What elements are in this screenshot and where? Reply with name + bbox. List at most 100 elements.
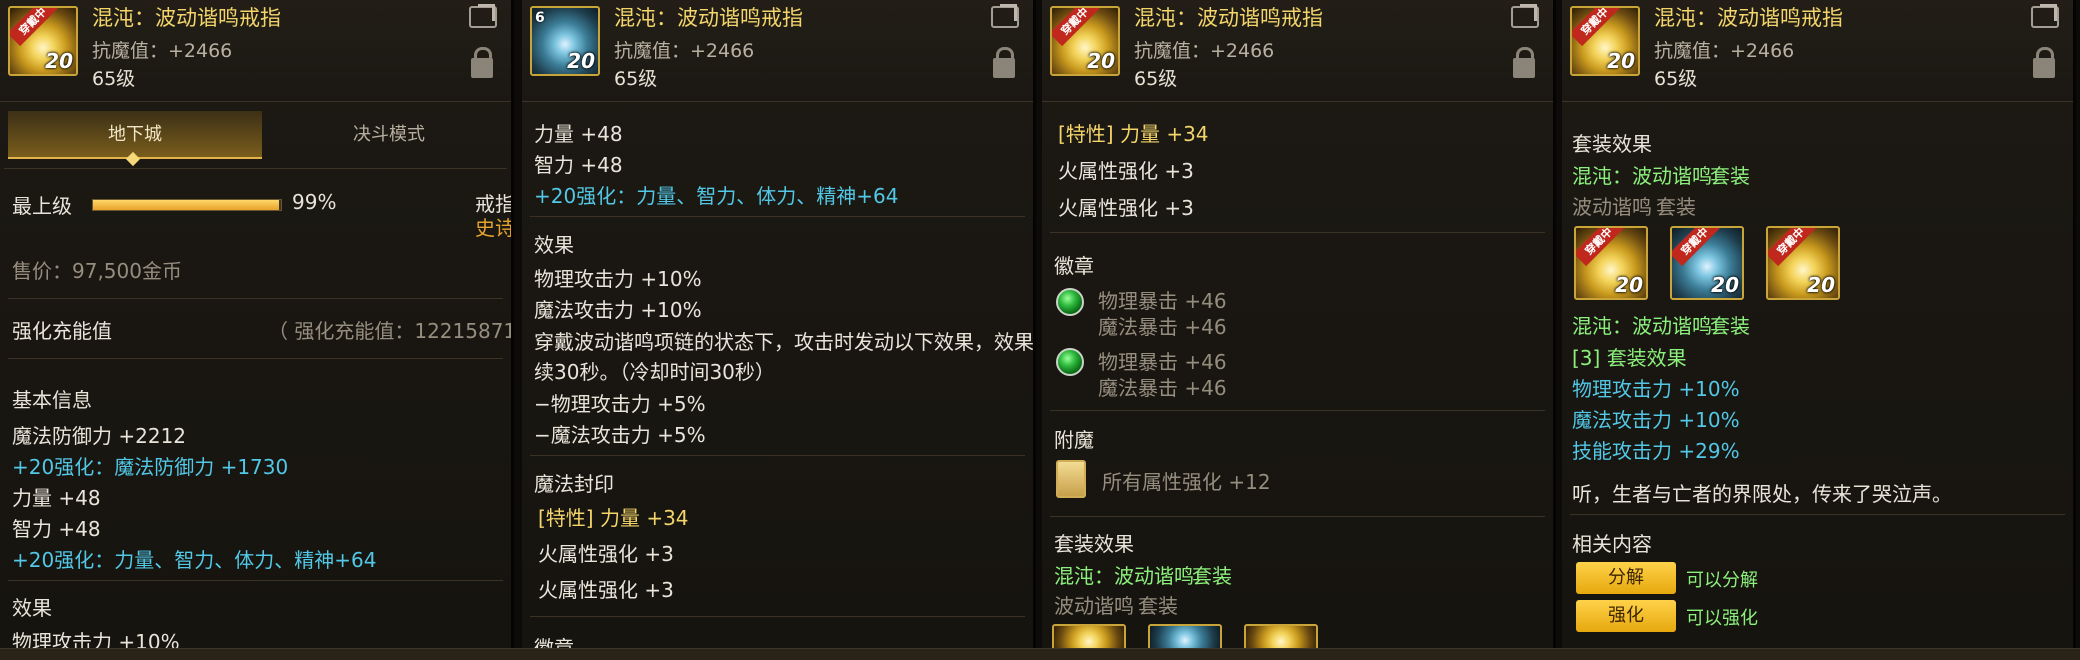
lock-icon[interactable]: [993, 47, 1015, 78]
seal-line: [特性] 力量 +34: [1058, 122, 1209, 146]
flavor-text: 听，生者与亡者的界限处，传来了哭泣声。: [1572, 482, 1952, 506]
disassemble-note: 可以分解: [1686, 570, 1758, 591]
enhance-level: 20: [1615, 273, 1643, 297]
tooltip-screenshot: 穿戴中 20 混沌：波动谐鸣戒指 抗魔值：+2466 65级 地下城 决斗模式 …: [0, 0, 2080, 660]
divider: [1050, 232, 1545, 233]
divider: [8, 580, 503, 581]
tab-duel[interactable]: 决斗模式: [262, 111, 511, 159]
enhance-level: 20: [1607, 49, 1635, 73]
item-rarity: 史诗: [475, 216, 514, 240]
share-icon[interactable]: [2031, 6, 2059, 28]
set-sub-tag: 套装: [1656, 195, 1696, 219]
green-gem-icon: [1056, 288, 1084, 316]
emblem-line: 魔法暴击 +46: [1098, 376, 1227, 400]
grade-progress-fill: [93, 200, 280, 210]
enhance-note: 可以强化: [1686, 608, 1758, 629]
divider: [1570, 514, 2065, 515]
seal-line: 火属性强化 +3: [538, 542, 674, 566]
item-level: 65级: [1134, 68, 1178, 90]
basic-line: +20强化：魔法防御力 +1730: [12, 455, 289, 479]
set-tag: 套装: [1710, 164, 1750, 188]
emblem-title: 徽章: [534, 636, 574, 648]
item-name: 混沌：波动谐鸣戒指: [92, 6, 281, 30]
effect-line: −魔法攻击力 +5%: [534, 423, 706, 447]
emblem-line: 物理暴击 +46: [1098, 350, 1227, 374]
stat-line: 智力 +48: [534, 153, 623, 177]
enhance-button[interactable]: 强化: [1576, 600, 1676, 632]
divider: [530, 616, 1025, 617]
green-gem-icon: [1056, 348, 1084, 376]
grade-percent: 99%: [292, 190, 337, 214]
stat-line: 力量 +48: [534, 122, 623, 146]
ring-item-icon[interactable]: 穿戴中 20: [1570, 6, 1640, 76]
enhance-level: 20: [1807, 273, 1835, 297]
set-bonus-line: 技能攻击力 +29%: [1572, 439, 1740, 463]
lock-icon[interactable]: [2033, 47, 2055, 78]
set-name: 混沌：波动谐鸣: [1572, 164, 1712, 188]
effect-line: 续30秒。（冷却时间30秒）: [534, 360, 775, 384]
tooltip-header: 6 20 混沌：波动谐鸣戒指 抗魔值：+2466 65级: [522, 0, 1033, 102]
set-name: 混沌：波动谐鸣: [1572, 314, 1712, 338]
grade-label: 最上级: [12, 194, 72, 218]
effect-line: 穿戴波动谐鸣项链的状态下，攻击时发动以下效果，效果持: [534, 330, 1036, 354]
equipped-badge: 穿戴中: [1672, 228, 1720, 267]
emblem-line: 魔法暴击 +46: [1098, 315, 1227, 339]
lock-icon[interactable]: [471, 47, 493, 78]
share-icon[interactable]: [1511, 6, 1539, 28]
divider: [8, 358, 503, 359]
tooltip-header: 穿戴中 20 混沌：波动谐鸣戒指 抗魔值：+2466 65级: [1042, 0, 1553, 102]
item-resist: 抗魔值：+2466: [614, 40, 755, 62]
set-item-icon[interactable]: 穿戴中 20: [1670, 226, 1744, 300]
share-icon[interactable]: [991, 6, 1019, 28]
set-item-icon[interactable]: [1244, 624, 1318, 648]
sell-price: 售价：97,500金币: [12, 259, 182, 283]
set-name: 混沌：波动谐鸣: [1054, 564, 1194, 588]
item-name: 混沌：波动谐鸣戒指: [1654, 6, 1843, 30]
emblem-line: 物理暴击 +46: [1098, 289, 1227, 313]
effect-line: 物理攻击力 +10%: [534, 267, 702, 291]
set-bonus-line: 魔法攻击力 +10%: [1572, 408, 1740, 432]
enchant-card-icon: [1056, 460, 1086, 498]
seal-title: 魔法封印: [534, 472, 614, 496]
item-resist: 抗魔值：+2466: [1654, 40, 1795, 62]
enhance-level: 20: [567, 49, 595, 73]
share-icon[interactable]: [469, 6, 497, 28]
disassemble-button[interactable]: 分解: [1576, 562, 1676, 594]
ring-item-icon[interactable]: 穿戴中 20: [8, 6, 78, 76]
set-item-icon[interactable]: [1052, 624, 1126, 648]
set-effect-title: 套装效果: [1054, 532, 1134, 556]
lock-icon[interactable]: [1513, 47, 1535, 78]
set-sub-name: 波动谐鸣: [1054, 594, 1134, 618]
set-item-icon[interactable]: [1148, 624, 1222, 648]
tooltip-panel-3: 穿戴中 20 混沌：波动谐鸣戒指 抗魔值：+2466 65级 [特性] 力量 +…: [1042, 0, 1556, 648]
related-title: 相关内容: [1572, 532, 1652, 556]
basic-line: 智力 +48: [12, 517, 101, 541]
basic-line: +20强化：力量、智力、体力、精神+64: [12, 548, 377, 572]
basic-line: 力量 +48: [12, 486, 101, 510]
seal-line: 火属性强化 +3: [1058, 159, 1194, 183]
equipped-badge: 穿戴中: [1576, 228, 1624, 267]
seal-line: 火属性强化 +3: [538, 578, 674, 602]
set-sub-tag: 套装: [1138, 594, 1178, 618]
seal-line: 火属性强化 +3: [1058, 196, 1194, 220]
effect-line: −物理攻击力 +5%: [534, 392, 706, 416]
tooltip-panel-4: 穿戴中 20 混沌：波动谐鸣戒指 抗魔值：+2466 65级 套装效果 混沌：波…: [1562, 0, 2076, 648]
tooltip-panel-2: 6 20 混沌：波动谐鸣戒指 抗魔值：+2466 65级 力量 +48 智力 +…: [522, 0, 1036, 648]
divider: [1050, 516, 1545, 517]
bracelet-item-icon[interactable]: 穿戴中 20: [1050, 6, 1120, 76]
necklace-item-icon[interactable]: 6 20: [530, 6, 600, 76]
set-item-icon[interactable]: 穿戴中 20: [1766, 226, 1840, 300]
equipped-badge: 穿戴中: [1768, 228, 1816, 267]
tooltip-header: 穿戴中 20 混沌：波动谐鸣戒指 抗魔值：+2466 65级: [1562, 0, 2073, 102]
equipped-badge: 穿戴中: [1052, 8, 1100, 47]
item-level: 65级: [92, 68, 136, 90]
effect-title: 效果: [12, 596, 52, 620]
set-item-icon[interactable]: 穿戴中 20: [1574, 226, 1648, 300]
basic-info-title: 基本信息: [12, 388, 92, 412]
tab-dungeon[interactable]: 地下城: [8, 111, 262, 159]
set-bonus-title: [3] 套装效果: [1572, 346, 1687, 370]
tooltip-header: 穿戴中 20 混沌：波动谐鸣戒指 抗魔值：+2466 65级: [0, 0, 511, 102]
item-level: 65级: [1654, 68, 1698, 90]
effect-title: 效果: [534, 233, 574, 257]
equipped-badge: 穿戴中: [1572, 8, 1620, 47]
